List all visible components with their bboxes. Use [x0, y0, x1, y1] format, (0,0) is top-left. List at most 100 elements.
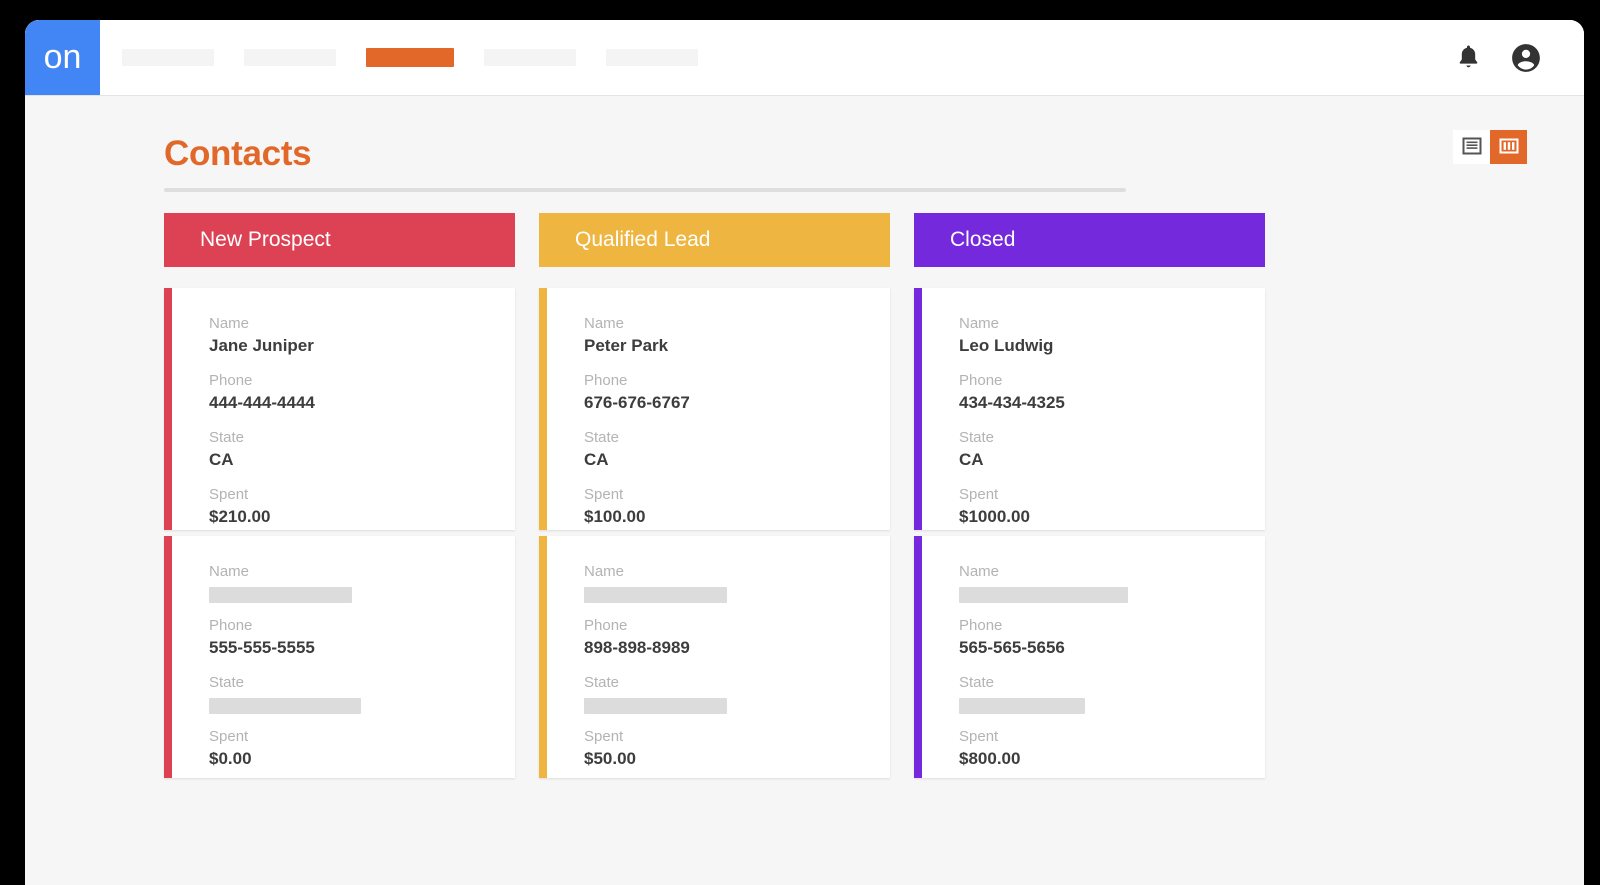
field-value-phone: 444-444-4444 [209, 393, 315, 412]
field-label-name: Name [209, 563, 250, 580]
field-label-name: Name [584, 563, 625, 580]
field-value-state-redacted [584, 698, 727, 714]
field-value-spent: $210.00 [209, 507, 271, 526]
card-accent-bar [164, 536, 172, 778]
field-spent: Spent $0.00 [209, 727, 515, 771]
field-label-state: State [584, 429, 620, 446]
field-value-state: CA [584, 450, 609, 469]
field-value-spent: $50.00 [584, 749, 636, 768]
field-label-state: State [584, 674, 620, 691]
field-name: Name Leo Ludwig [959, 314, 1265, 358]
field-label-phone: Phone [209, 372, 253, 389]
column-title: New Prospect [200, 228, 331, 251]
field-label-spent: Spent [209, 486, 249, 503]
field-state: State CA [959, 428, 1265, 472]
card-accent-bar [914, 536, 922, 778]
list-view-toggle-button[interactable] [1453, 130, 1490, 164]
field-value-spent: $0.00 [209, 749, 252, 768]
field-state: State [584, 673, 890, 714]
field-phone: Phone 555-555-5555 [209, 616, 515, 660]
app-logo[interactable]: on [25, 20, 100, 95]
field-label-state: State [209, 674, 245, 691]
field-value-phone: 565-565-5656 [959, 638, 1065, 657]
nav-item-2[interactable] [244, 49, 336, 66]
field-value-phone: 898-898-8989 [584, 638, 690, 657]
field-phone: Phone 565-565-5656 [959, 616, 1265, 660]
contact-card[interactable]: Name Peter Park Phone 676-676-6767 State… [539, 288, 890, 530]
app-window: on Contacts New Prospect Name Jane Junip… [25, 20, 1584, 885]
nav-item-3-active[interactable] [366, 48, 454, 67]
field-value-phone: 434-434-4325 [959, 393, 1065, 412]
contact-card[interactable]: Name Leo Ludwig Phone 434-434-4325 State… [914, 288, 1265, 530]
field-phone: Phone 898-898-8989 [584, 616, 890, 660]
field-value-name-redacted [584, 587, 727, 603]
card-accent-bar [164, 288, 172, 530]
column-header[interactable]: Qualified Lead [539, 213, 890, 267]
field-label-spent: Spent [959, 486, 999, 503]
kanban-view-toggle-button[interactable] [1490, 130, 1527, 164]
field-value-state-redacted [959, 698, 1085, 714]
nav-item-4[interactable] [484, 49, 576, 66]
field-name: Name [209, 562, 515, 603]
field-name: Name [959, 562, 1265, 603]
field-value-phone: 555-555-5555 [209, 638, 315, 657]
column-title: Qualified Lead [575, 228, 711, 251]
main-nav [100, 20, 1452, 95]
kanban-view-icon [1499, 136, 1519, 159]
field-spent: Spent $210.00 [209, 485, 515, 529]
topbar-actions [1452, 20, 1584, 95]
kanban-column-qualified-lead: Qualified Lead Name Peter Park Phone 676 [539, 213, 890, 778]
column-header[interactable]: Closed [914, 213, 1265, 267]
card-accent-bar [539, 288, 547, 530]
field-label-phone: Phone [959, 372, 1003, 389]
field-value-state: CA [959, 450, 984, 469]
field-label-state: State [959, 429, 995, 446]
contact-card[interactable]: Name Phone 898-898-8989 State Spent $50.… [539, 536, 890, 778]
field-label-spent: Spent [959, 728, 999, 745]
field-label-phone: Phone [584, 372, 628, 389]
field-name: Name Peter Park [584, 314, 890, 358]
field-label-phone: Phone [209, 617, 253, 634]
nav-item-1[interactable] [122, 49, 214, 66]
field-state: State [959, 673, 1265, 714]
field-label-state: State [209, 429, 245, 446]
field-label-name: Name [959, 315, 1000, 332]
contact-card[interactable]: Name Phone 555-555-5555 State Spent $0.0… [164, 536, 515, 778]
field-name: Name [584, 562, 890, 603]
contact-card[interactable]: Name Phone 565-565-5656 State Spent $800… [914, 536, 1265, 778]
main-content: Contacts New Prospect Name Jane Juniper … [25, 96, 1584, 778]
field-phone: Phone 434-434-4325 [959, 371, 1265, 415]
field-value-phone: 676-676-6767 [584, 393, 690, 412]
field-value-state: CA [209, 450, 234, 469]
app-logo-text: on [43, 38, 82, 76]
field-spent: Spent $100.00 [584, 485, 890, 529]
nav-item-5[interactable] [606, 49, 698, 66]
field-name: Name Jane Juniper [209, 314, 515, 358]
field-phone: Phone 676-676-6767 [584, 371, 890, 415]
field-spent: Spent $50.00 [584, 727, 890, 771]
field-label-phone: Phone [959, 617, 1003, 634]
top-navigation-bar: on [25, 20, 1584, 96]
column-card-list: Name Leo Ludwig Phone 434-434-4325 State… [914, 267, 1265, 778]
field-state: State CA [209, 428, 515, 472]
field-phone: Phone 444-444-4444 [209, 371, 515, 415]
field-value-name-redacted [209, 587, 352, 603]
field-label-spent: Spent [209, 728, 249, 745]
contact-card[interactable]: Name Jane Juniper Phone 444-444-4444 Sta… [164, 288, 515, 530]
field-value-name-redacted [959, 587, 1128, 603]
field-value-spent: $1000.00 [959, 507, 1030, 526]
account-circle-icon[interactable] [1510, 42, 1542, 74]
field-value-spent: $800.00 [959, 749, 1021, 768]
column-header[interactable]: New Prospect [164, 213, 515, 267]
field-label-name: Name [959, 563, 1000, 580]
field-value-spent: $100.00 [584, 507, 646, 526]
field-spent: Spent $800.00 [959, 727, 1265, 771]
column-card-list: Name Peter Park Phone 676-676-6767 State… [539, 267, 890, 778]
field-label-name: Name [209, 315, 250, 332]
field-spent: Spent $1000.00 [959, 485, 1265, 529]
field-label-spent: Spent [584, 728, 624, 745]
bell-icon[interactable] [1452, 42, 1484, 74]
field-label-spent: Spent [584, 486, 624, 503]
field-value-state-redacted [209, 698, 361, 714]
field-value-name: Jane Juniper [209, 336, 314, 355]
